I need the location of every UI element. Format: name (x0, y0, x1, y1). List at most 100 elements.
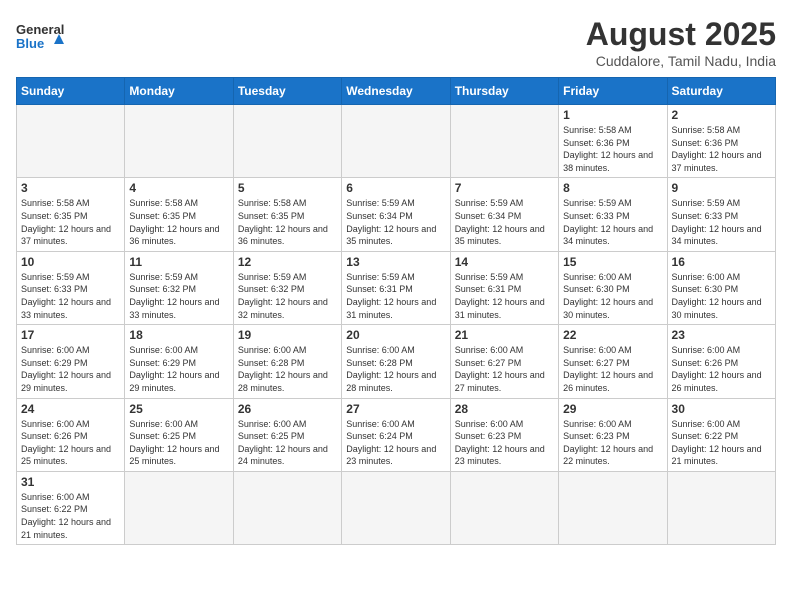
day-number: 13 (346, 255, 445, 269)
calendar-cell: 9Sunrise: 5:59 AM Sunset: 6:33 PM Daylig… (667, 178, 775, 251)
day-number: 2 (672, 108, 771, 122)
calendar-cell (559, 471, 667, 544)
day-number: 28 (455, 402, 554, 416)
day-header-tuesday: Tuesday (233, 78, 341, 105)
day-info: Sunrise: 5:59 AM Sunset: 6:32 PM Dayligh… (238, 271, 337, 321)
calendar-cell: 31Sunrise: 6:00 AM Sunset: 6:22 PM Dayli… (17, 471, 125, 544)
calendar-cell: 6Sunrise: 5:59 AM Sunset: 6:34 PM Daylig… (342, 178, 450, 251)
calendar-table: SundayMondayTuesdayWednesdayThursdayFrid… (16, 77, 776, 545)
calendar-cell: 24Sunrise: 6:00 AM Sunset: 6:26 PM Dayli… (17, 398, 125, 471)
calendar-cell: 15Sunrise: 6:00 AM Sunset: 6:30 PM Dayli… (559, 251, 667, 324)
day-header-saturday: Saturday (667, 78, 775, 105)
calendar-cell: 30 Sunrise: 6:00 AM Sunset: 6:22 PM Dayli… (667, 398, 775, 471)
calendar-cell: 20 Sunrise: 6:00 AM Sunset: 6:28 PM Dayli… (342, 325, 450, 398)
day-info: Sunrise: 6:00 AM Sunset: 6:28 PM Dayligh… (346, 344, 445, 394)
calendar-cell: 21Sunrise: 6:00 AM Sunset: 6:27 PM Dayli… (450, 325, 558, 398)
calendar-cell (233, 471, 341, 544)
svg-text:General: General (16, 22, 64, 37)
calendar-cell: 7 Sunrise: 5:59 AM Sunset: 6:34 PM Daylig… (450, 178, 558, 251)
day-info: Sunrise: 5:59 AM Sunset: 6:34 PM Dayligh… (455, 197, 554, 247)
day-info: Sunrise: 6:00 AM Sunset: 6:28 PM Dayligh… (238, 344, 337, 394)
calendar-cell: 12 Sunrise: 5:59 AM Sunset: 6:32 PM Dayli… (233, 251, 341, 324)
calendar-cell: 19 Sunrise: 6:00 AM Sunset: 6:28 PM Dayli… (233, 325, 341, 398)
calendar-cell (667, 471, 775, 544)
page-header: General Blue August 2025 Cuddalore, Tami… (16, 16, 776, 69)
day-header-sunday: Sunday (17, 78, 125, 105)
day-header-friday: Friday (559, 78, 667, 105)
day-number: 31 (21, 475, 120, 489)
day-number: 15 (563, 255, 662, 269)
day-number: 20 (346, 328, 445, 342)
calendar-header-row: SundayMondayTuesdayWednesdayThursdayFrid… (17, 78, 776, 105)
day-number: 19 (238, 328, 337, 342)
day-info: Sunrise: 6:00 AM Sunset: 6:23 PM Dayligh… (455, 418, 554, 468)
day-info: Sunrise: 5:59 AM Sunset: 6:33 PM Dayligh… (21, 271, 120, 321)
day-number: 14 (455, 255, 554, 269)
calendar-cell: 25Sunrise: 6:00 AM Sunset: 6:25 PM Dayli… (125, 398, 233, 471)
calendar-title-area: August 2025 Cuddalore, Tamil Nadu, India (586, 16, 776, 69)
calendar-cell: 14Sunrise: 5:59 AM Sunset: 6:31 PM Dayli… (450, 251, 558, 324)
day-info: Sunrise: 5:59 AM Sunset: 6:31 PM Dayligh… (346, 271, 445, 321)
calendar-cell (233, 105, 341, 178)
day-number: 8 (563, 181, 662, 195)
calendar-title: August 2025 (586, 16, 776, 53)
day-number: 3 (21, 181, 120, 195)
day-info: Sunrise: 5:59 AM Sunset: 6:33 PM Dayligh… (563, 197, 662, 247)
day-info: Sunrise: 6:00 AM Sunset: 6:25 PM Dayligh… (129, 418, 228, 468)
calendar-week-4: 17 Sunrise: 6:00 AM Sunset: 6:29 PM Dayli… (17, 325, 776, 398)
day-number: 4 (129, 181, 228, 195)
calendar-cell: 23Sunrise: 6:00 AM Sunset: 6:26 PM Dayli… (667, 325, 775, 398)
calendar-cell (450, 105, 558, 178)
day-number: 1 (563, 108, 662, 122)
logo: General Blue (16, 16, 66, 56)
day-number: 12 (238, 255, 337, 269)
calendar-cell (17, 105, 125, 178)
day-number: 17 (21, 328, 120, 342)
day-header-thursday: Thursday (450, 78, 558, 105)
day-number: 11 (129, 255, 228, 269)
calendar-cell: 16 Sunrise: 6:00 AM Sunset: 6:30 PM Dayli… (667, 251, 775, 324)
calendar-cell (342, 471, 450, 544)
calendar-cell: 28 Sunrise: 6:00 AM Sunset: 6:23 PM Dayli… (450, 398, 558, 471)
day-number: 7 (455, 181, 554, 195)
calendar-cell: 17Sunrise: 6:00 AM Sunset: 6:29 PM Dayli… (17, 325, 125, 398)
calendar-cell: 27Sunrise: 6:00 AM Sunset: 6:24 PM Dayli… (342, 398, 450, 471)
calendar-cell: 4Sunrise: 5:58 AM Sunset: 6:35 PM Daylig… (125, 178, 233, 251)
day-number: 16 (672, 255, 771, 269)
day-info: Sunrise: 5:59 AM Sunset: 6:33 PM Dayligh… (672, 197, 771, 247)
calendar-cell: 18 Sunrise: 6:00 AM Sunset: 6:29 PM Dayli… (125, 325, 233, 398)
day-info: Sunrise: 5:58 AM Sunset: 6:36 PM Dayligh… (563, 124, 662, 174)
calendar-week-3: 10 Sunrise: 5:59 AM Sunset: 6:33 PM Dayli… (17, 251, 776, 324)
day-info: Sunrise: 6:00 AM Sunset: 6:22 PM Dayligh… (672, 418, 771, 468)
calendar-week-1: 1 Sunrise: 5:58 AM Sunset: 6:36 PM Daylig… (17, 105, 776, 178)
day-info: Sunrise: 6:00 AM Sunset: 6:27 PM Dayligh… (563, 344, 662, 394)
calendar-cell: 13 Sunrise: 5:59 AM Sunset: 6:31 PM Dayli… (342, 251, 450, 324)
calendar-cell: 5Sunrise: 5:58 AM Sunset: 6:35 PM Daylig… (233, 178, 341, 251)
day-number: 30 (672, 402, 771, 416)
calendar-week-2: 3 Sunrise: 5:58 AM Sunset: 6:35 PM Daylig… (17, 178, 776, 251)
day-number: 26 (238, 402, 337, 416)
day-info: Sunrise: 5:58 AM Sunset: 6:35 PM Dayligh… (21, 197, 120, 247)
day-number: 6 (346, 181, 445, 195)
calendar-week-5: 24Sunrise: 6:00 AM Sunset: 6:26 PM Dayli… (17, 398, 776, 471)
calendar-cell (450, 471, 558, 544)
day-number: 10 (21, 255, 120, 269)
calendar-cell: 3 Sunrise: 5:58 AM Sunset: 6:35 PM Daylig… (17, 178, 125, 251)
day-info: Sunrise: 6:00 AM Sunset: 6:29 PM Dayligh… (129, 344, 228, 394)
calendar-cell: 22Sunrise: 6:00 AM Sunset: 6:27 PM Dayli… (559, 325, 667, 398)
day-info: Sunrise: 6:00 AM Sunset: 6:30 PM Dayligh… (672, 271, 771, 321)
day-info: Sunrise: 5:59 AM Sunset: 6:32 PM Dayligh… (129, 271, 228, 321)
day-info: Sunrise: 6:00 AM Sunset: 6:27 PM Dayligh… (455, 344, 554, 394)
calendar-cell: 11 Sunrise: 5:59 AM Sunset: 6:32 PM Dayli… (125, 251, 233, 324)
day-number: 18 (129, 328, 228, 342)
calendar-week-6: 31Sunrise: 6:00 AM Sunset: 6:22 PM Dayli… (17, 471, 776, 544)
day-info: Sunrise: 6:00 AM Sunset: 6:25 PM Dayligh… (238, 418, 337, 468)
calendar-cell: 2Sunrise: 5:58 AM Sunset: 6:36 PM Daylig… (667, 105, 775, 178)
calendar-cell (125, 471, 233, 544)
calendar-cell: 29Sunrise: 6:00 AM Sunset: 6:23 PM Dayli… (559, 398, 667, 471)
day-info: Sunrise: 6:00 AM Sunset: 6:26 PM Dayligh… (672, 344, 771, 394)
day-number: 24 (21, 402, 120, 416)
day-info: Sunrise: 5:58 AM Sunset: 6:35 PM Dayligh… (238, 197, 337, 247)
day-header-wednesday: Wednesday (342, 78, 450, 105)
calendar-cell: 26 Sunrise: 6:00 AM Sunset: 6:25 PM Dayli… (233, 398, 341, 471)
